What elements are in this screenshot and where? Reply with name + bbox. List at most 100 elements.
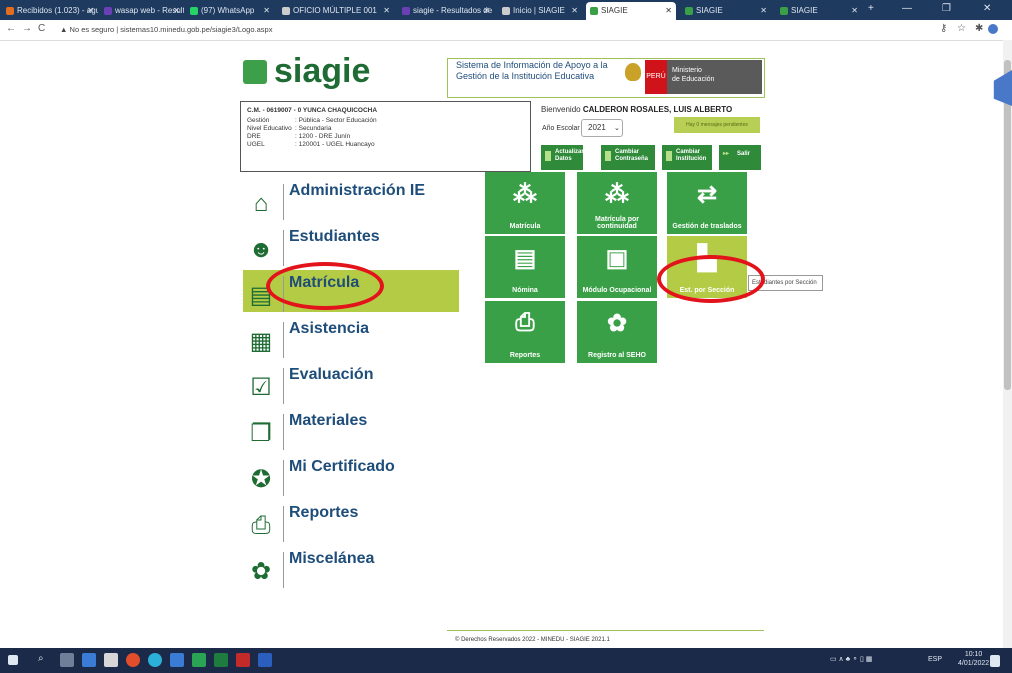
- minimize-icon[interactable]: —: [902, 3, 912, 14]
- tab-label: SIAGIE: [601, 6, 628, 15]
- update-data-button[interactable]: Actualizar Datos: [541, 145, 584, 170]
- institution-info: C.M. - 0619007 - 0 YUNCA CHAQUICOCHA Ges…: [240, 101, 531, 172]
- tab-label: (97) WhatsApp: [201, 6, 255, 15]
- menu-item-miscel-nea[interactable]: ✿ Miscelánea: [243, 546, 468, 590]
- people-icon: ⁂: [513, 181, 537, 208]
- browser-tab[interactable]: Inicio | SIAGIE ✕: [498, 2, 582, 20]
- tile-m-dulo-ocupacional[interactable]: ▣ Módulo Ocupacional: [577, 236, 657, 298]
- tab-favicon-icon: [6, 6, 14, 15]
- chrome-icon[interactable]: [126, 653, 140, 667]
- browser-tab[interactable]: wasap web - Resultad✕: [100, 2, 184, 20]
- word-icon[interactable]: [258, 653, 272, 667]
- browser-tab[interactable]: OFICIO MÚLTIPLE 001 ✕: [278, 2, 394, 20]
- explorer-icon[interactable]: [82, 653, 96, 667]
- task-view-icon[interactable]: [60, 653, 74, 667]
- edge-icon[interactable]: [148, 653, 162, 667]
- close-tab-icon[interactable]: ✕: [483, 2, 490, 20]
- menu-item-reportes[interactable]: ⎙ Reportes: [243, 500, 468, 544]
- close-tab-icon[interactable]: ✕: [263, 2, 270, 20]
- browser-tab[interactable]: SIAGIE ✕: [776, 2, 862, 20]
- tile-gesti-n-de-traslados[interactable]: ⇄ Gestión de traslados: [667, 172, 747, 234]
- year-select[interactable]: 2021 ⌄: [581, 119, 623, 137]
- menu-divider: [283, 414, 284, 450]
- clock[interactable]: 10:10 4/01/2022: [958, 650, 989, 668]
- arrow-annotation-icon: [993, 70, 1012, 106]
- tile-registro-al-seho[interactable]: ✿ Registro al SEHO: [577, 301, 657, 363]
- tile-label: Reportes: [509, 352, 541, 359]
- reload-icon[interactable]: C: [38, 23, 45, 34]
- tab-favicon-icon: [780, 6, 788, 15]
- excel-icon[interactable]: [214, 653, 228, 667]
- institution-field-value: : 120001 - UGEL Huancayo: [295, 141, 375, 148]
- close-tab-icon[interactable]: ✕: [571, 2, 578, 20]
- messages-badge[interactable]: Hay 0 mensajes pendientes: [674, 117, 760, 133]
- tile-label: Nómina: [512, 287, 538, 294]
- profile-avatar[interactable]: [988, 24, 998, 34]
- red-circle-annotation: [266, 262, 384, 310]
- menu-divider: [283, 460, 284, 496]
- close-tab-icon[interactable]: ✕: [665, 2, 672, 20]
- close-tab-icon[interactable]: ✕: [760, 2, 767, 20]
- app-icon[interactable]: [192, 653, 206, 667]
- menu-item-evaluaci-n[interactable]: ☑ Evaluación: [243, 362, 468, 406]
- certificate-icon: ✪: [250, 466, 272, 493]
- exit-button[interactable]: ▸▸ Salir: [719, 145, 761, 170]
- new-tab-button[interactable]: +: [868, 3, 874, 14]
- language-indicator[interactable]: ESP: [928, 656, 942, 663]
- system-title: Sistema de Información de Apoyo a la Ges…: [456, 60, 608, 81]
- close-tab-icon[interactable]: ✕: [383, 2, 390, 20]
- mail-icon[interactable]: [170, 653, 184, 667]
- tile-reportes[interactable]: ⎙ Reportes: [485, 301, 565, 363]
- menu-item-administraci-n-ie[interactable]: ⌂ Administración IE: [243, 178, 468, 222]
- change-institution-button[interactable]: Cambiar Institución: [662, 145, 712, 170]
- menu-item-mi-certificado[interactable]: ✪ Mi Certificado: [243, 454, 468, 498]
- tray-icons[interactable]: ▭ ∧ ♣ ⚬ ▯ ▦: [830, 655, 872, 663]
- close-tab-icon[interactable]: ✕: [173, 2, 180, 20]
- misc-icon: ✿: [250, 558, 272, 585]
- star-icon[interactable]: ☆: [957, 23, 966, 34]
- browser-tab[interactable]: siagie - Resultados de ✕: [398, 2, 494, 20]
- browser-tab[interactable]: SIAGIE ✕: [586, 2, 676, 20]
- tile-n-mina[interactable]: ▤ Nómina: [485, 236, 565, 298]
- menu-item-label: Reportes: [289, 504, 359, 521]
- maximize-icon[interactable]: ❐: [942, 3, 951, 14]
- url-field[interactable]: ▲ No es seguro | sistemas10.minedu.gob.p…: [60, 23, 860, 37]
- tile-label: Matrícula: [509, 223, 541, 230]
- siagie-logo: siagie: [274, 52, 371, 90]
- windows-start-icon[interactable]: [8, 655, 18, 665]
- attendance-icon: ▦: [249, 328, 273, 355]
- back-icon[interactable]: ←: [6, 23, 16, 34]
- close-tab-icon[interactable]: ✕: [851, 2, 858, 20]
- menu-item-asistencia[interactable]: ▦ Asistencia: [243, 316, 468, 360]
- scrollbar-thumb[interactable]: [1004, 60, 1011, 390]
- browser-tab[interactable]: (97) WhatsApp ✕: [186, 2, 274, 20]
- forward-icon[interactable]: →: [22, 23, 32, 34]
- tab-favicon-icon: [104, 6, 112, 15]
- siagie-logo-icon: [243, 60, 267, 84]
- extensions-icon[interactable]: ✱: [975, 23, 983, 34]
- tile-matr-cula-por-continuidad[interactable]: ⁂ Matrícula por continuidad: [577, 172, 657, 234]
- institution-field-value: : 1200 - DRE Junín: [295, 133, 351, 140]
- menu-item-label: Miscelánea: [289, 550, 375, 567]
- pdf-icon[interactable]: [236, 653, 250, 667]
- institution-icon: [666, 151, 672, 161]
- menu-item-estudiantes[interactable]: ☻ Estudiantes: [243, 224, 468, 268]
- key-icon[interactable]: ⚷: [940, 23, 947, 34]
- notification-icon[interactable]: [990, 655, 1000, 667]
- close-window-icon[interactable]: ✕: [983, 3, 991, 14]
- close-tab-icon[interactable]: ✕: [87, 2, 94, 20]
- tab-label: siagie - Resultados de: [413, 6, 493, 15]
- menu-divider: [283, 368, 284, 404]
- change-password-button[interactable]: Cambiar Contraseña: [601, 145, 655, 170]
- browser-tab[interactable]: SIAGIE ✕: [681, 2, 771, 20]
- tile-label: Módulo Ocupacional: [582, 287, 652, 294]
- tile-matr-cula[interactable]: ⁂ Matrícula: [485, 172, 565, 234]
- students-icon: ☻: [248, 236, 274, 263]
- institution-field-value: : Pública - Sector Educación: [295, 117, 377, 124]
- browser-tab[interactable]: Recibidos (1.023) - agu ✕: [2, 2, 98, 20]
- store-icon[interactable]: [104, 653, 118, 667]
- menu-item-materiales[interactable]: ❐ Materiales: [243, 408, 468, 452]
- tile-label: Gestión de traslados: [672, 223, 742, 230]
- menu-item-label: Asistencia: [289, 320, 370, 337]
- search-icon[interactable]: ⌕: [38, 653, 52, 667]
